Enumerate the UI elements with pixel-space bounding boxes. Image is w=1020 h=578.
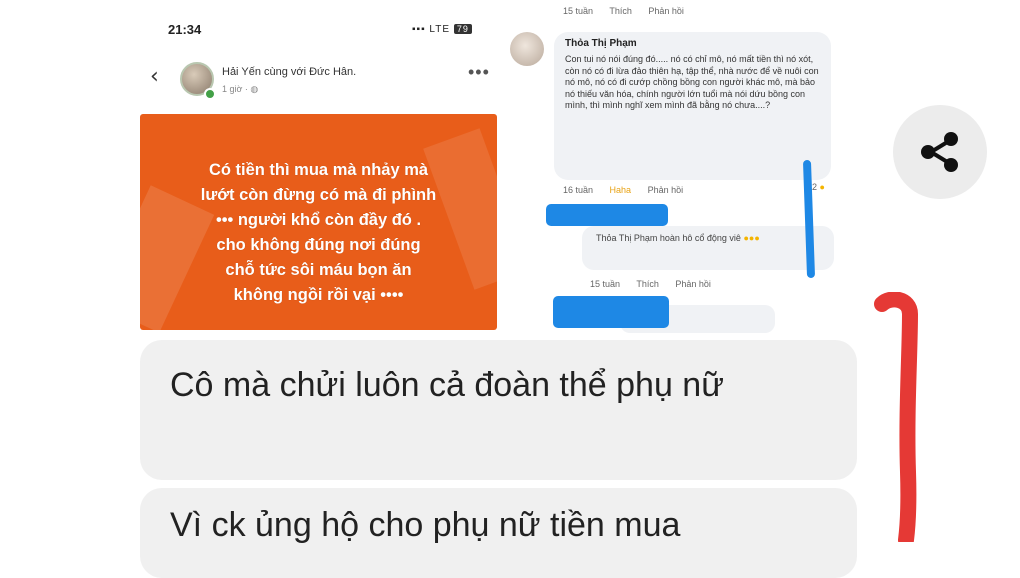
comment-time: 16 tuần bbox=[563, 185, 594, 195]
reply-text-content: Thỏa Thị Phạm hoàn hô cổ động viê bbox=[596, 233, 741, 243]
chat-message-text: Vì ck ủng hộ cho phụ nữ tiền mua bbox=[170, 506, 681, 544]
redaction-mark bbox=[553, 296, 669, 328]
reply-text: Thỏa Thị Phạm hoàn hô cổ động viê ●●● bbox=[596, 232, 826, 244]
status-time: 21:34 bbox=[168, 22, 202, 37]
reply-link[interactable]: Phản hồi bbox=[675, 279, 711, 289]
reply-link[interactable]: Phản hồi bbox=[648, 6, 684, 16]
post-time-text: 1 giờ · bbox=[222, 84, 251, 94]
online-status-dot bbox=[204, 88, 216, 100]
share-icon bbox=[921, 132, 958, 172]
commenter-name[interactable]: Thỏa Thị Phạm bbox=[565, 38, 637, 49]
reply-meta: 15 tuần Thích Phản hồi bbox=[590, 279, 725, 289]
haha-reaction-link[interactable]: Haha bbox=[610, 185, 632, 195]
signal-icon: ▪▪▪ bbox=[412, 24, 426, 35]
battery-icon: 79 bbox=[453, 24, 472, 34]
previous-comment-meta: 15 tuần Thích Phản hồi bbox=[563, 6, 698, 16]
share-button[interactable] bbox=[893, 105, 987, 199]
reaction-count-value: 2 bbox=[812, 182, 818, 192]
comment-time: 15 tuần bbox=[563, 6, 594, 16]
comment-meta: 16 tuần Haha Phản hồi bbox=[563, 185, 697, 195]
more-horizontal-icon[interactable]: ••• bbox=[468, 62, 490, 83]
like-link[interactable]: Thích bbox=[609, 6, 632, 16]
post-text: Có tiền thì mua mà nhảy mà lướt còn đừng… bbox=[200, 161, 437, 304]
reply-link[interactable]: Phản hồi bbox=[648, 185, 684, 195]
network-label: LTE bbox=[429, 24, 451, 35]
comment-text: Con tui nó nói đúng đó..... nó có chỉ mô… bbox=[565, 54, 819, 110]
chevron-left-icon[interactable]: ‹ bbox=[150, 64, 159, 89]
post-author[interactable]: Hải Yến cùng với Đức Hân. bbox=[222, 66, 356, 78]
post-timestamp: 1 giờ · ◍ bbox=[222, 84, 258, 95]
status-icons: ▪▪▪ LTE 79 bbox=[412, 24, 472, 35]
laugh-emoji-icon: ● bbox=[819, 182, 825, 192]
like-link[interactable]: Thích bbox=[636, 279, 659, 289]
globe-icon: ◍ bbox=[250, 84, 259, 94]
chat-message-text: Cô mà chửi luôn cả đoàn thể phụ nữ bbox=[170, 366, 724, 404]
reaction-count: 2 ● bbox=[812, 182, 825, 192]
commenter-avatar[interactable] bbox=[510, 32, 544, 66]
red-annotation-stroke bbox=[874, 292, 919, 542]
emoji-icon: ●●● bbox=[743, 233, 760, 243]
reply-time: 15 tuần bbox=[590, 279, 621, 289]
post-card: Có tiền thì mua mà nhảy mà lướt còn đừng… bbox=[140, 114, 497, 330]
redaction-mark bbox=[546, 204, 668, 226]
